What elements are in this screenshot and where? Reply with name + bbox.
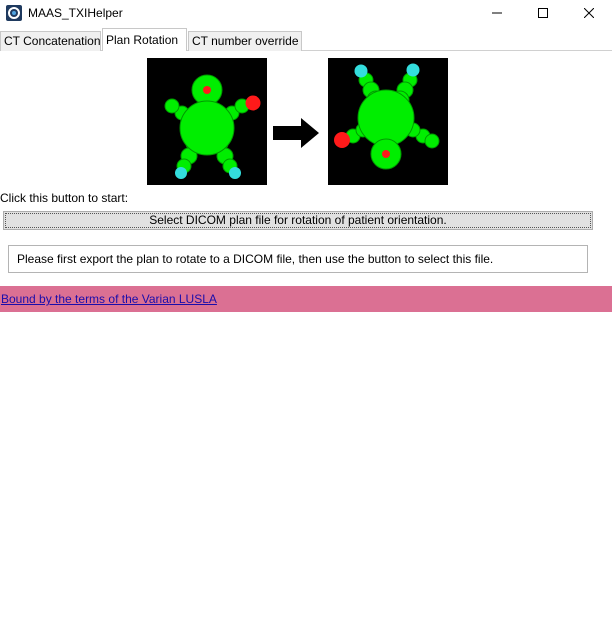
app-logo-icon	[6, 5, 22, 21]
minimize-icon	[492, 8, 502, 18]
start-instruction-label: Click this button to start:	[0, 191, 129, 205]
tab-plan-rotation[interactable]: Plan Rotation	[102, 28, 187, 51]
maximize-icon	[538, 8, 548, 18]
select-dicom-plan-button[interactable]: Select DICOM plan file for rotation of p…	[3, 211, 593, 230]
varian-lusla-link[interactable]: Bound by the terms of the Varian LUSLA	[1, 292, 217, 306]
patient-figure-head-down-icon	[328, 58, 448, 185]
tab-ct-concatenation[interactable]: CT Concatenation	[0, 31, 101, 51]
tab-ct-number-override[interactable]: CT number override	[188, 31, 302, 51]
title-bar: MAAS_TXIHelper	[0, 0, 612, 26]
close-button[interactable]	[566, 0, 612, 26]
footer-bar: Bound by the terms of the Varian LUSLA	[0, 286, 612, 312]
right-arrow-icon	[271, 117, 321, 149]
window-title: MAAS_TXIHelper	[28, 6, 123, 20]
maximize-button[interactable]	[520, 0, 566, 26]
patient-figure-head-up-icon	[147, 58, 267, 185]
export-instruction-textbox: Please first export the plan to rotate t…	[8, 245, 588, 273]
minimize-button[interactable]	[474, 0, 520, 26]
close-icon	[584, 8, 594, 18]
